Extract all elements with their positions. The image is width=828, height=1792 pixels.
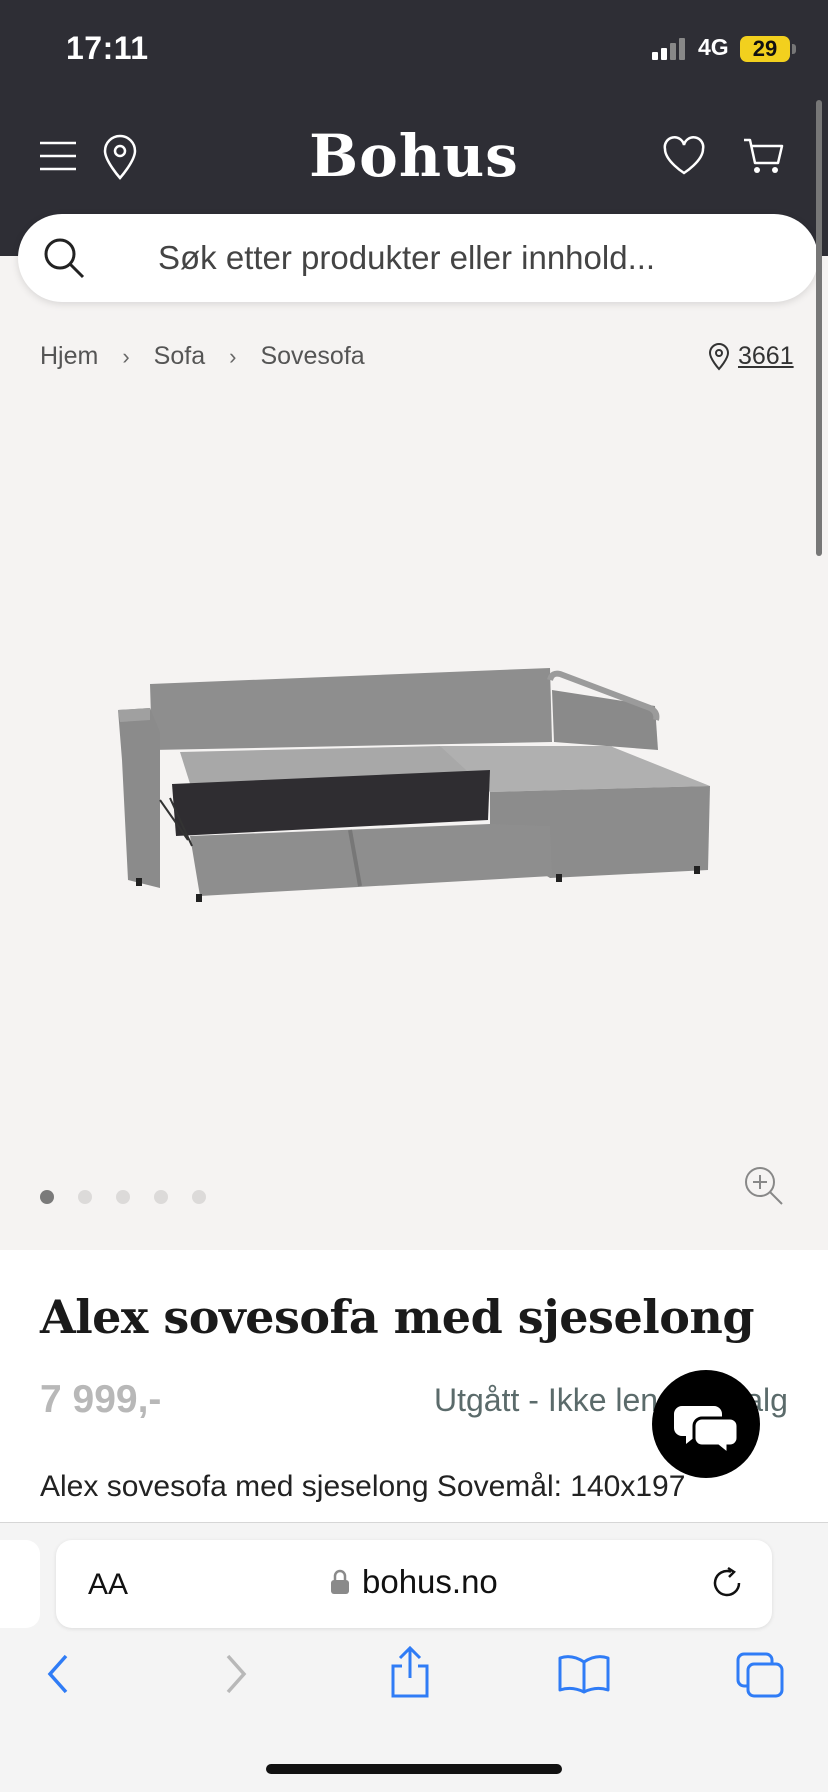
gallery-dot[interactable] [154, 1190, 168, 1204]
cart-icon[interactable] [742, 136, 784, 176]
gallery-dot[interactable] [192, 1190, 206, 1204]
chat-button[interactable] [652, 1370, 760, 1478]
scrollbar[interactable] [816, 100, 822, 556]
gallery-dot[interactable] [116, 1190, 130, 1204]
signal-icon [652, 38, 685, 60]
network-type: 4G [698, 34, 729, 60]
battery-icon: 29 [740, 36, 790, 62]
reload-icon[interactable] [710, 1566, 744, 1600]
url-text: bohus.no [362, 1563, 498, 1600]
tabs-icon[interactable] [736, 1652, 784, 1698]
share-icon[interactable] [388, 1646, 432, 1698]
url-display[interactable]: bohus.no [330, 1563, 498, 1601]
product-title: Alex sovesofa med sjeselong [40, 1290, 755, 1344]
battery-tip [792, 44, 796, 54]
product-image[interactable] [110, 650, 720, 930]
breadcrumb-sofa[interactable]: Sofa [154, 342, 205, 371]
product-price: 7 999,- [40, 1378, 162, 1421]
gallery-dot[interactable] [78, 1190, 92, 1204]
breadcrumb: Hjem › Sofa › Sovesofa [40, 342, 365, 371]
zoom-in-icon[interactable] [744, 1166, 784, 1206]
status-time: 17:11 [66, 30, 149, 66]
lock-icon [331, 1569, 349, 1594]
chevron-right-icon: › [122, 343, 130, 369]
location-pin-icon [708, 342, 730, 370]
status-bar: 17:11 4G 29 [0, 0, 828, 100]
bookmarks-icon[interactable] [558, 1654, 610, 1694]
breadcrumb-home[interactable]: Hjem [40, 342, 98, 371]
gallery-pagination [40, 1190, 230, 1204]
store-number[interactable]: 3661 [738, 342, 794, 371]
back-icon[interactable] [44, 1652, 72, 1696]
search-input[interactable] [158, 236, 778, 280]
text-size-button[interactable]: AA [88, 1568, 128, 1602]
product-description: Alex sovesofa med sjeselong Sovemål: 140… [40, 1470, 686, 1503]
store-selector[interactable]: 3661 [708, 342, 794, 371]
chevron-right-icon: › [229, 343, 237, 369]
wishlist-heart-icon[interactable] [662, 136, 706, 176]
gallery-dot[interactable] [40, 1190, 54, 1204]
home-indicator[interactable] [266, 1764, 562, 1774]
search-bar[interactable] [18, 214, 818, 302]
previous-tab-preview[interactable] [0, 1540, 40, 1628]
search-icon[interactable] [42, 236, 86, 280]
forward-icon[interactable] [222, 1652, 250, 1696]
chat-bubbles-icon [674, 1406, 740, 1458]
breadcrumb-sovesofa[interactable]: Sovesofa [260, 342, 364, 371]
